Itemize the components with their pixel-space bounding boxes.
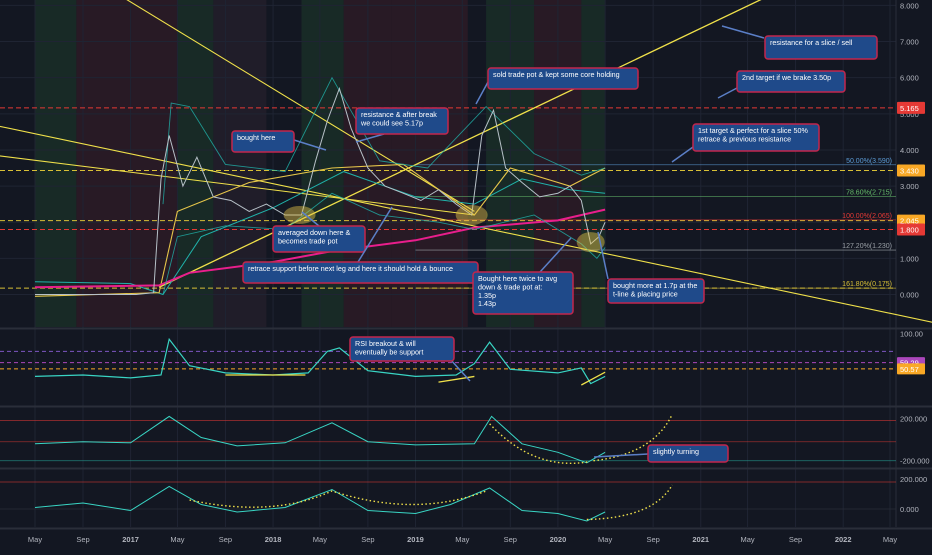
fib-level-label: 78.60%(2.715) [846,189,892,196]
time-tick-label: Sep [789,535,802,544]
price-tick-label: 6.000 [900,74,919,83]
time-tick-label: May [170,535,184,544]
annotation-text: resistance for a slice / sell [770,38,853,47]
annotation-text: we could see 5.17p [360,118,423,127]
time-tick-label: 2022 [835,535,852,544]
fib-level-label: 161.80%(0.175) [842,281,892,288]
support-highlight-2018 [283,205,316,224]
fib-level-label: 100.00%(2.065) [842,213,892,220]
time-tick-label: Sep [219,535,232,544]
annotation-text: eventually be support [355,347,423,356]
time-tick-label: May [740,535,754,544]
oscillator-tick-label: 0.000 [900,505,919,514]
price-tag-label: 1.800 [900,225,919,234]
annotation-text: retrace & previous resistance [698,134,791,143]
time-tick-label: May [28,535,42,544]
price-tag-label: 3.430 [900,167,919,176]
fib-level-label: 50.00%(3.590) [846,158,892,165]
time-tick-label: May [883,535,897,544]
annotation-text: retrace support before next leg and here… [248,264,453,273]
time-tick-label: Sep [76,535,89,544]
price-tick-label: 1.000 [900,254,919,263]
time-tick-label: 2020 [550,535,567,544]
time-tick-label: Sep [646,535,659,544]
time-tick-label: 2017 [122,535,139,544]
price-tick-label: 7.000 [900,38,919,47]
rsi-tick-label: 100.00 [900,330,923,339]
annotation-text: 1.43p [478,299,496,308]
season-band [130,0,178,327]
price-tick-label: 8.000 [900,1,919,10]
season-band [581,0,606,327]
fib-level-label: 127.20%(1.230) [842,243,892,250]
chart-stage: 50.00%(3.590) 78.60%(2.715) 100.00%(2.065)… [0,0,932,550]
time-tick-label: 2021 [692,535,709,544]
annotation-text: bought here [237,133,275,142]
annotation-text: becomes trade pot [278,236,338,245]
time-tick-label: 2018 [265,535,282,544]
season-band [35,0,77,327]
annotation-text: t-line & placing price [613,289,678,298]
oscillator-tick-label: 200.000 [900,475,927,484]
momentum-tick-label: 200.000 [900,415,927,424]
time-tick-label: May [455,535,469,544]
season-band [76,0,131,327]
annotation-text: 2nd target if we brake 3.50p [742,73,831,82]
price-tick-label: 0.000 [900,290,919,299]
time-tick-label: Sep [504,535,517,544]
price-tick-label: 4.000 [900,146,919,155]
momentum-tick-label: -200.000 [900,457,930,466]
time-tick-label: Sep [361,535,374,544]
price-tag-label: 5.165 [900,104,919,113]
chart-svg: 50.00%(3.590) 78.60%(2.715) 100.00%(2.065)… [0,0,932,550]
support-highlight-2019 [455,204,488,225]
annotation-text: slightly turning [653,447,699,456]
time-tick-label: 2019 [407,535,424,544]
rsi-tag-label: 50.57 [900,365,919,374]
price-tick-label: 3.000 [900,182,919,191]
time-tick-label: May [598,535,612,544]
annotation-text: sold trade pot & kept some core holding [493,70,620,79]
time-tick-label: May [313,535,327,544]
